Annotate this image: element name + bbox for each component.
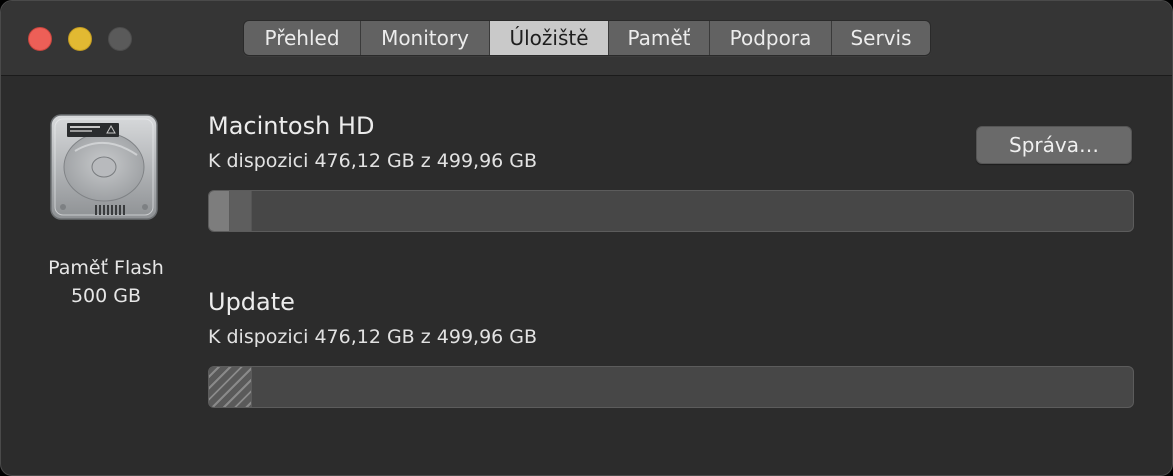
disk-capacity-label: 500 GB [70,285,142,307]
volume-availability: K dispozici 476,12 GB z 499,96 GB [208,326,538,348]
storage-usage-bar [208,366,1134,408]
volume-name: Macintosh HD [208,112,375,140]
tab-storage[interactable]: Úložiště [490,21,609,55]
title-bar: Přehled Monitory Úložiště Paměť Podpora … [1,1,1172,76]
tab-bar: Přehled Monitory Úložiště Paměť Podpora … [243,20,931,56]
storage-pane: Paměť Flash 500 GB Macintosh HD K dispoz… [1,77,1172,475]
tab-support[interactable]: Podpora [710,21,832,55]
tab-displays[interactable]: Monitory [361,21,490,55]
manage-button[interactable]: Správa… [976,126,1132,164]
disk-type-label: Paměť Flash [48,257,164,279]
usage-segment-other [230,191,252,231]
hard-drive-icon [50,114,158,220]
usage-segment-system [209,191,230,231]
tab-service[interactable]: Servis [832,21,930,55]
volume-name: Update [208,288,295,316]
minimize-button[interactable] [68,27,92,51]
volume-availability: K dispozici 476,12 GB z 499,96 GB [208,150,538,172]
storage-usage-bar [208,190,1134,232]
usage-segment-hatched [209,367,252,407]
about-this-mac-window: Přehled Monitory Úložiště Paměť Podpora … [0,0,1173,476]
close-button[interactable] [28,27,52,51]
tab-overview[interactable]: Přehled [244,21,361,55]
tab-memory[interactable]: Paměť [609,21,710,55]
disk-caption: Paměť Flash 500 GB [21,254,191,310]
zoom-button [108,27,132,51]
